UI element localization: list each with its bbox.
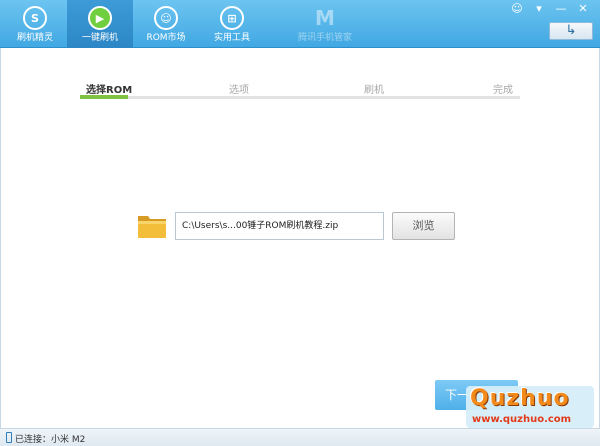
connection-status: 已连接：小米 M2 — [15, 435, 86, 445]
grid-icon: ⊞ — [220, 6, 244, 30]
back-button[interactable]: ↳ — [549, 22, 593, 40]
step-select-rom: 选择ROM — [86, 85, 133, 96]
step-options: 选项 — [229, 85, 249, 96]
step-progress-fill — [80, 95, 128, 99]
close-button[interactable]: ✕ — [574, 2, 592, 16]
tool-label: 刷机精灵 — [16, 33, 53, 43]
menu-button[interactable]: ▾ — [530, 2, 548, 16]
tool-flash-wizard[interactable]: S 刷机精灵 — [2, 0, 68, 48]
step-done: 完成 — [493, 85, 513, 96]
browse-button[interactable]: 浏览 — [392, 212, 455, 240]
tool-label: 实用工具 — [213, 33, 250, 43]
minimize-button[interactable]: — — [552, 2, 570, 16]
s-logo-icon: S — [23, 6, 47, 30]
tool-label: 一键刷机 — [81, 33, 118, 43]
rom-path-field[interactable]: C:\Users\s...00锤子ROM刷机教程.zip — [175, 212, 384, 240]
watermark-url-text: www.quzhuo.com — [472, 414, 572, 425]
phone-icon — [6, 432, 12, 443]
step-flash: 刷机 — [364, 85, 384, 96]
watermark-brand-text: Quzhuo — [470, 386, 570, 411]
tool-rom-market[interactable]: ☺ ROM市场 — [133, 0, 199, 48]
shield-m-icon: M — [315, 6, 335, 30]
top-toolbar: S 刷机精灵 ▶ 一键刷机 ☺ ROM市场 ⊞ 实用工具 M 腾讯手机管家 ☺ … — [0, 0, 600, 48]
status-bar: 已连接：小米 M2 — [0, 428, 600, 446]
folder-icon[interactable] — [137, 211, 167, 239]
feedback-button[interactable]: ☺ — [508, 2, 526, 16]
step-progress-track — [80, 96, 520, 99]
android-icon: ☺ — [154, 6, 178, 30]
tool-utilities[interactable]: ⊞ 实用工具 — [199, 0, 265, 48]
tool-one-click-flash[interactable]: ▶ 一键刷机 — [67, 0, 133, 48]
tool-tencent-manager[interactable]: M 腾讯手机管家 — [292, 0, 358, 48]
tool-label: 腾讯手机管家 — [297, 33, 352, 43]
play-icon: ▶ — [88, 6, 112, 30]
tool-label: ROM市场 — [146, 33, 186, 43]
